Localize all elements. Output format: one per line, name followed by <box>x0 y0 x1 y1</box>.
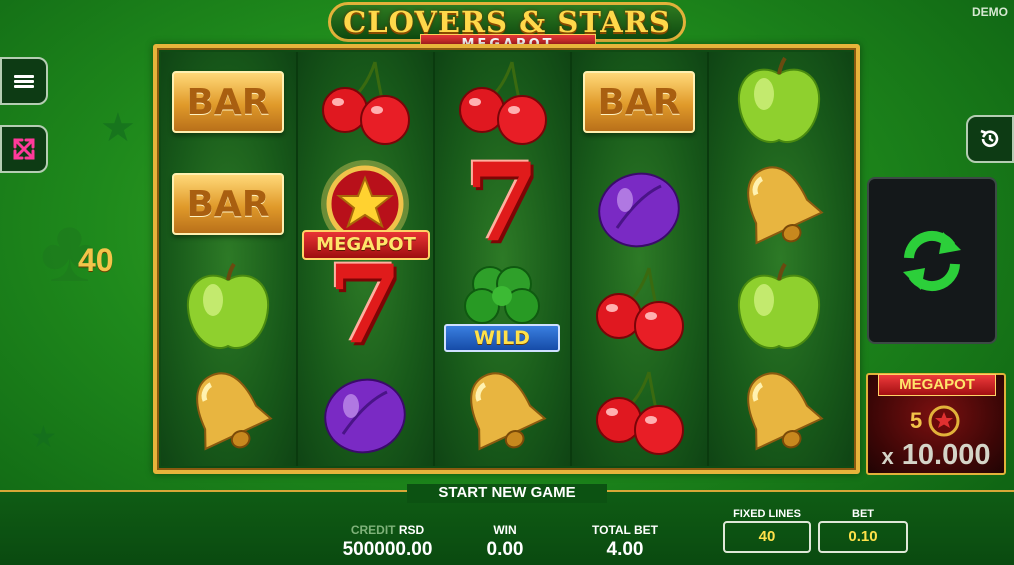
credit-label: CREDIT <box>350 523 396 537</box>
seven-symbol: 7 <box>327 242 403 368</box>
cherry-symbol <box>442 52 562 152</box>
apple-icon <box>186 262 270 349</box>
megapot-multiplier: x 10.000 <box>881 439 991 471</box>
start-new-game-label: START NEW GAME <box>407 484 607 503</box>
megapot-panel: MEGAPOT 5 x 10.000 <box>866 373 1006 475</box>
total-bet-display: TOTAL BET 4.00 <box>580 523 670 561</box>
bell-symbol <box>168 362 288 462</box>
bell-icon <box>470 372 547 451</box>
history-icon <box>980 129 999 148</box>
wild-label: WILD <box>444 324 560 352</box>
megapot-star-icon <box>928 405 960 437</box>
cherry-symbol <box>579 362 699 462</box>
plum-symbol <box>579 156 699 256</box>
payline-number: 40 <box>78 242 114 278</box>
spin-button[interactable] <box>867 177 997 344</box>
reel-5 <box>709 52 852 466</box>
fixed-lines-field: 40 <box>723 521 811 553</box>
bar-symbol: BAR <box>579 52 699 152</box>
fixed-lines-label: FIXED LINES <box>733 508 801 520</box>
bell-symbol <box>719 362 839 462</box>
reel-frame: BAR BAR MEGAPOT 7 7 WILD BAR <box>153 44 860 474</box>
refresh-icon <box>903 230 961 291</box>
win-label: WIN <box>493 523 517 537</box>
cherry-symbol <box>579 258 699 358</box>
star-decoration-icon: ★ <box>30 421 57 454</box>
apple-icon <box>737 262 821 349</box>
fullscreen-icon <box>13 138 35 160</box>
seven-symbol: 7 <box>464 140 540 266</box>
reel-4: BAR <box>572 52 707 466</box>
star-decoration-icon: ★ <box>100 106 136 150</box>
clover-icon <box>464 266 540 324</box>
bar-symbol: BAR <box>168 154 288 254</box>
bet-selector[interactable]: 0.10 <box>818 521 908 553</box>
plum-icon <box>324 378 406 454</box>
cherry-symbol <box>305 52 425 152</box>
bet-label: BET <box>852 508 874 520</box>
credit-value: 500000.00 <box>342 539 433 560</box>
reel-3: 7 WILD <box>435 52 570 466</box>
megapot-count: 5 <box>910 408 923 433</box>
megapot-title: MEGAPOT <box>878 374 996 396</box>
bell-icon <box>747 372 824 451</box>
cherry-icon <box>459 61 547 145</box>
total-bet-value: 4.00 <box>606 539 644 560</box>
history-button[interactable] <box>966 115 1014 163</box>
apple-symbol <box>168 258 288 358</box>
total-bet-label: TOTAL BET <box>592 523 658 537</box>
cherry-icon <box>322 61 410 145</box>
reel-1: BAR BAR <box>161 52 296 466</box>
apple-icon <box>737 56 821 143</box>
plum-symbol <box>305 362 425 462</box>
clover-wild-symbol: WILD <box>442 258 562 358</box>
megapot-star-symbol: MEGAPOT <box>298 154 433 260</box>
cherry-icon <box>596 267 684 351</box>
bar-symbol: BAR <box>168 52 288 152</box>
credit-display: CREDIT RSD 500000.00 <box>330 523 445 561</box>
demo-label: DEMO <box>972 5 1008 19</box>
win-value: 0.00 <box>486 539 524 560</box>
bell-symbol <box>442 362 562 462</box>
reel-2: MEGAPOT 7 <box>298 52 433 466</box>
hamburger-icon <box>14 73 34 90</box>
bell-icon <box>747 166 824 245</box>
apple-symbol <box>719 52 839 152</box>
cherry-icon <box>596 371 684 455</box>
menu-button[interactable] <box>0 57 48 105</box>
bell-icon <box>196 372 273 451</box>
fullscreen-button[interactable] <box>0 125 48 173</box>
bell-symbol <box>719 156 839 256</box>
plum-icon <box>598 172 680 248</box>
win-display: WIN 0.00 <box>470 523 540 561</box>
apple-symbol <box>719 258 839 358</box>
credit-currency: RSD <box>398 523 425 537</box>
